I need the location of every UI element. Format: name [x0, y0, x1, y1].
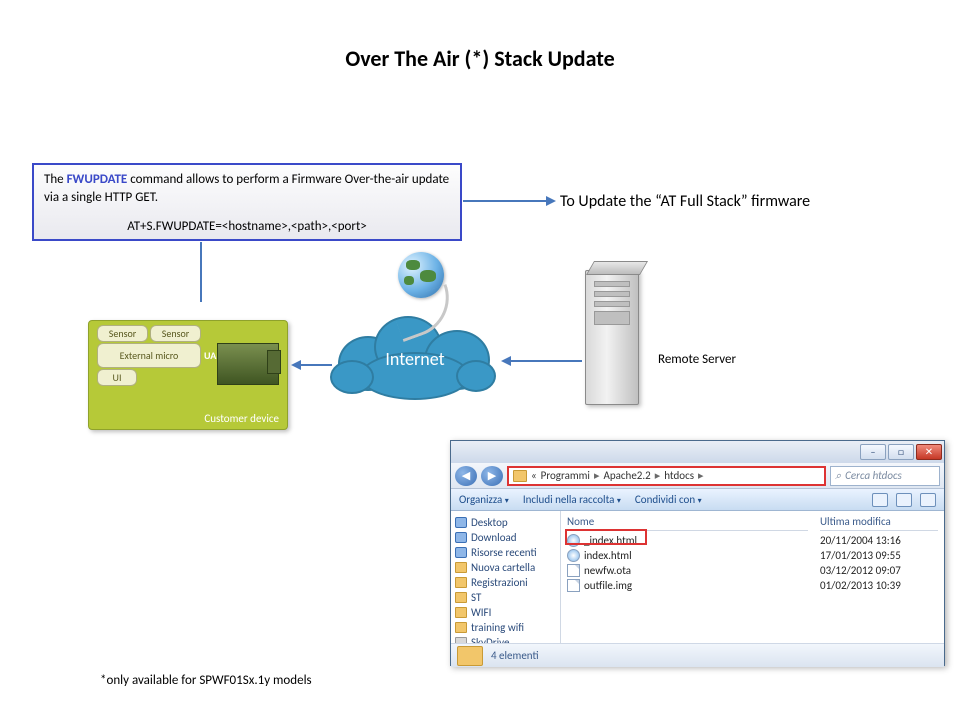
- file-list: Nome _index.html index.html newfw.ota ou…: [561, 511, 944, 643]
- tree-item: SkyDrive: [455, 635, 556, 643]
- device-caption: Customer device: [204, 412, 279, 425]
- column-header-name[interactable]: Nome: [567, 513, 808, 531]
- folder-icon: [455, 577, 467, 588]
- search-placeholder: Cerca htdocs: [845, 469, 902, 482]
- customer-device: Sensor Sensor External micro UI UART Cus…: [88, 320, 288, 430]
- tree-item: Download: [455, 530, 556, 545]
- file-date: 03/12/2012 09:07: [820, 563, 938, 578]
- file-row[interactable]: outfile.img: [567, 578, 808, 593]
- breadcrumb-item[interactable]: htdocs: [664, 469, 694, 482]
- page-title: Over The Air (*) Stack Update: [0, 45, 960, 72]
- connector-line: [463, 200, 548, 202]
- search-icon: ⌕: [835, 469, 841, 483]
- file-icon: [567, 579, 580, 592]
- tree-item: Registrazioni: [455, 575, 556, 590]
- close-button[interactable]: ✕: [916, 444, 942, 460]
- arrow-left-icon: [291, 360, 301, 370]
- file-date: 17/01/2013 09:55: [820, 548, 938, 563]
- file-icon: [567, 564, 580, 577]
- column-header-date[interactable]: Ultima modifica: [820, 513, 938, 531]
- folder-icon: [455, 607, 467, 618]
- nav-forward-button[interactable]: ▶: [481, 466, 503, 486]
- minimize-button[interactable]: –: [860, 444, 886, 460]
- breadcrumb-item[interactable]: Programmi: [541, 469, 590, 482]
- download-icon: [455, 532, 467, 543]
- ui-chip: UI: [97, 369, 137, 386]
- connector-line: [200, 242, 202, 302]
- device-left-chips: Sensor Sensor External micro UI: [97, 325, 201, 409]
- toolbar-share[interactable]: Condividi con ▾: [635, 493, 702, 506]
- tree-item: Nuova cartella: [455, 560, 556, 575]
- info-command: FWUPDATE: [67, 172, 128, 187]
- html-file-icon: [567, 534, 580, 547]
- connector-line: [300, 364, 332, 366]
- file-date: 20/11/2004 13:16: [820, 533, 938, 548]
- skydrive-icon: [455, 637, 467, 643]
- nav-back-button[interactable]: ◀: [455, 466, 477, 486]
- folder-tree[interactable]: Desktop Download Risorse recenti Nuova c…: [451, 511, 561, 643]
- explorer-status-bar: 4 elementi: [451, 643, 944, 667]
- remote-server-icon: [585, 270, 639, 405]
- cloud-label: Internet: [330, 348, 500, 370]
- file-explorer-window: – □ ✕ ◀ ▶ « Programmi ▸ Apache2.2 ▸ htdo…: [450, 440, 945, 666]
- address-bar[interactable]: « Programmi ▸ Apache2.2 ▸ htdocs ▸: [507, 466, 826, 486]
- tree-item: WIFI: [455, 605, 556, 620]
- folder-icon: [455, 592, 467, 603]
- desktop-icon: [455, 517, 467, 528]
- breadcrumb-sep: ▸: [698, 469, 704, 482]
- tree-item: training wifi: [455, 620, 556, 635]
- file-row[interactable]: index.html: [567, 548, 808, 563]
- arrow-right-icon: [546, 196, 556, 206]
- tree-item: Risorse recenti: [455, 545, 556, 560]
- folder-icon: [455, 622, 467, 633]
- sensor-chip: Sensor: [150, 325, 201, 342]
- status-text: 4 elementi: [491, 649, 539, 662]
- arrow-left-icon: [501, 356, 511, 366]
- tree-item: ST: [455, 590, 556, 605]
- external-micro-chip: External micro: [97, 343, 201, 368]
- explorer-toolbar: Organizza ▾ Includi nella raccolta ▾ Con…: [451, 489, 944, 511]
- folder-icon: [457, 646, 483, 666]
- tree-item: Desktop: [455, 515, 556, 530]
- file-row[interactable]: newfw.ota: [567, 563, 808, 578]
- update-firmware-label: To Update the “AT Full Stack” firmware: [560, 192, 810, 211]
- folder-icon: [455, 562, 467, 573]
- breadcrumb-item[interactable]: Apache2.2: [603, 469, 650, 482]
- recent-icon: [455, 547, 467, 558]
- sensor-chip: Sensor: [97, 325, 148, 342]
- folder-icon: [513, 470, 527, 482]
- remote-server-label: Remote Server: [658, 352, 736, 367]
- toolbar-include[interactable]: Includi nella raccolta ▾: [523, 493, 621, 506]
- file-date: 01/02/2013 10:39: [820, 578, 938, 593]
- help-icon[interactable]: [920, 493, 936, 507]
- fwupdate-info-box: The FWUPDATE command allows to perform a…: [32, 163, 462, 241]
- file-row[interactable]: _index.html: [567, 533, 808, 548]
- connector-line: [510, 360, 582, 362]
- explorer-nav-bar: ◀ ▶ « Programmi ▸ Apache2.2 ▸ htdocs ▸ ⌕…: [451, 463, 944, 489]
- breadcrumb-prefix: «: [531, 469, 537, 482]
- footnote: *only available for SPWF01Sx.1y models: [100, 673, 312, 688]
- view-options-icon[interactable]: [872, 493, 888, 507]
- preview-pane-icon[interactable]: [896, 493, 912, 507]
- search-input[interactable]: ⌕ Cerca htdocs: [830, 466, 940, 486]
- html-file-icon: [567, 549, 580, 562]
- info-syntax: AT+S.FWUPDATE=<hostname>,<path>,<port>: [44, 218, 450, 236]
- maximize-button[interactable]: □: [888, 444, 914, 460]
- window-titlebar: – □ ✕: [451, 441, 944, 463]
- toolbar-organize[interactable]: Organizza ▾: [459, 493, 509, 506]
- breadcrumb-sep: ▸: [655, 469, 661, 482]
- info-prefix: The: [44, 172, 67, 187]
- breadcrumb-sep: ▸: [594, 469, 600, 482]
- wifi-module-board: [217, 343, 279, 385]
